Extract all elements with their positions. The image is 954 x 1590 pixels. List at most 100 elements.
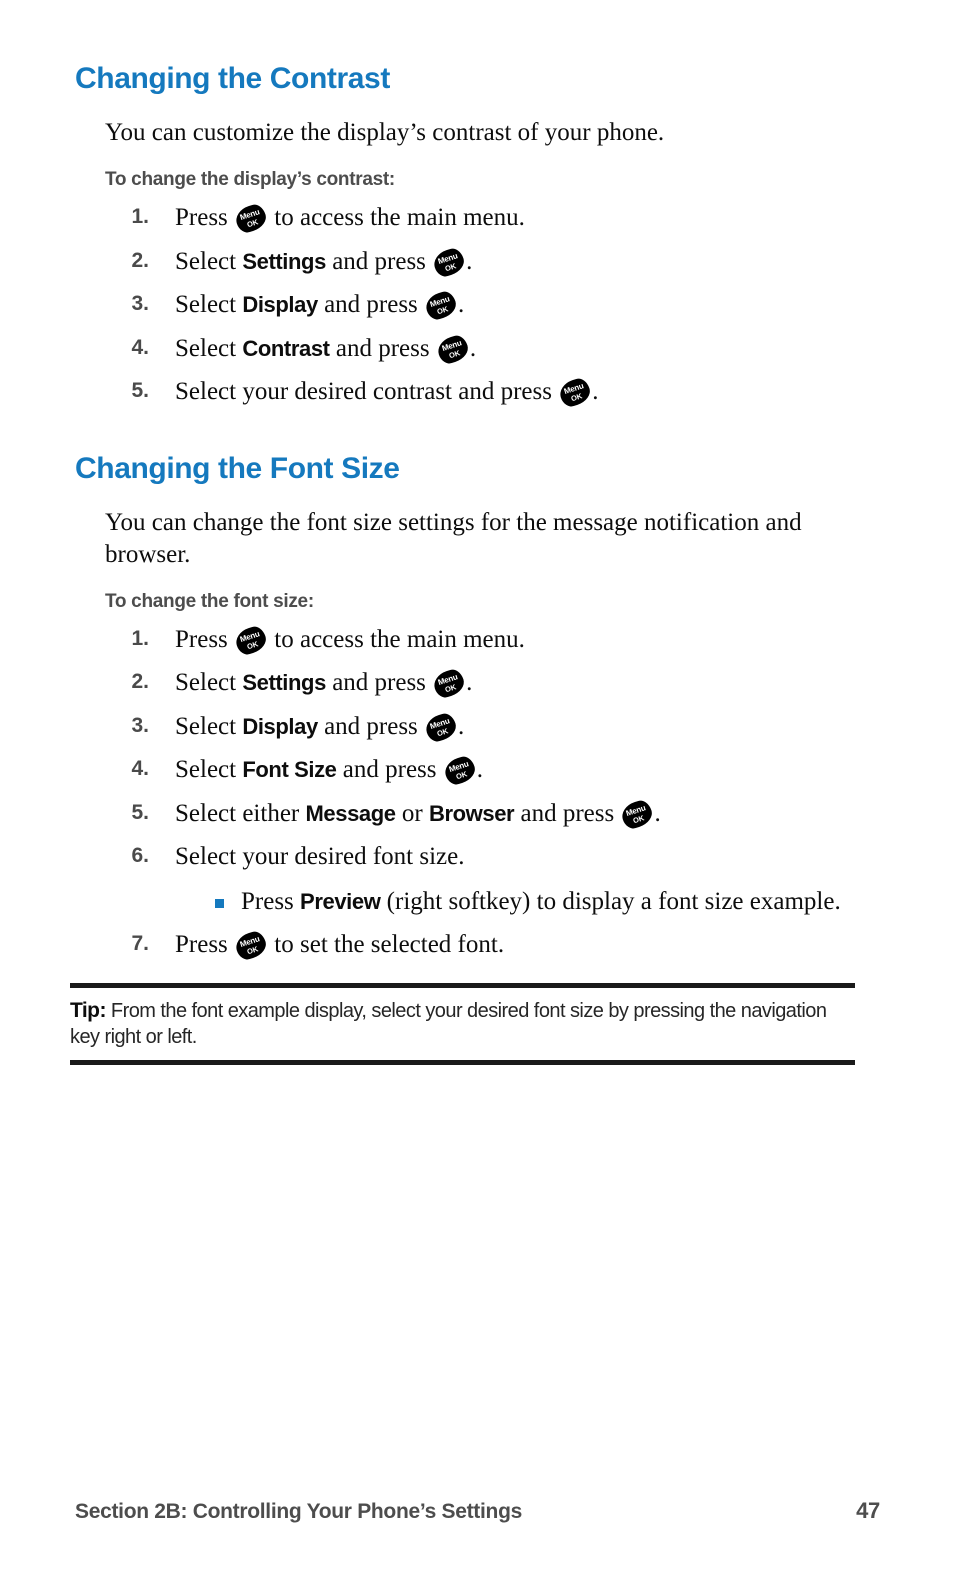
- step-text: and press: [317, 712, 425, 740]
- step-text: Select either: [175, 799, 306, 827]
- step-item: 2. Select Settings and press Menu OK.: [105, 666, 875, 701]
- section-intro-paragraph: You can change the font size settings fo…: [105, 508, 802, 568]
- step-item: 5. Select your desired contrast and press…: [105, 375, 875, 410]
- section-heading-font-size: Changing the Font Size: [75, 451, 400, 485]
- page-content: Changing the Contrast You can customize …: [70, 62, 875, 1065]
- menu-ok-key-icon: Menu OK: [434, 332, 471, 366]
- step-item: 4. Select Font Size and press Menu OK.: [105, 753, 875, 788]
- menu-ok-key-icon: Menu OK: [431, 666, 468, 701]
- step-item: 4. Select Contrast and press Menu OK.: [105, 332, 875, 366]
- menu-ok-key-body: [422, 288, 460, 323]
- step-text: .: [458, 712, 465, 740]
- menu-ok-key-body: [422, 710, 460, 744]
- step-text: and press: [325, 669, 433, 696]
- step-text: Press: [241, 887, 301, 915]
- step-number: 1.: [131, 205, 149, 228]
- step-text: Select: [175, 247, 243, 275]
- step-text: .: [654, 799, 661, 827]
- step-body: Press Menu OK to set the selected font.: [175, 928, 505, 963]
- sub-bullet-item: Press Preview (right softkey) to display…: [215, 887, 875, 918]
- menu-ok-key-icon: Menu OK: [441, 753, 478, 788]
- step-text: Select: [175, 712, 243, 740]
- step-text: Press: [175, 204, 235, 231]
- step-body: Select Font Size and press Menu OK.: [175, 753, 483, 788]
- menu-ok-key-body: [441, 753, 478, 788]
- step-item: 5. Select either Message or Browser and p…: [105, 797, 875, 831]
- step-text: Select your desired contrast and press: [175, 378, 559, 405]
- step-text: Press: [175, 625, 235, 653]
- step-item: 1. Press Menu OK to access the main menu.: [105, 623, 875, 657]
- menu-ok-key-body: [619, 797, 656, 831]
- menu-ok-key-body: [232, 928, 270, 963]
- step-text: Select your desired font size.: [175, 843, 465, 870]
- step-text: Select: [175, 669, 243, 696]
- menu-ok-key-icon: Menu OK: [431, 245, 468, 279]
- step-text: or: [395, 799, 429, 827]
- footer-page-number: 47: [856, 1498, 880, 1523]
- step-body: Press Menu OK to access the main menu.: [175, 201, 525, 236]
- step-number: 2.: [131, 670, 149, 693]
- tip-label: Tip:: [70, 998, 106, 1022]
- step-body: Select your desired font size.: [175, 843, 465, 870]
- step-number: 2.: [131, 248, 149, 272]
- menu-ok-key-icon: Menu OK: [619, 797, 656, 831]
- menu-ok-key-body: [557, 375, 594, 410]
- step-text: and press: [336, 756, 443, 783]
- step-item: 3. Select Display and press Menu OK.: [105, 288, 875, 323]
- ui-term: Browser: [428, 800, 515, 826]
- step-item: 2. Select Settings and press Menu OK.: [105, 245, 875, 279]
- square-bullet-icon: [215, 898, 224, 908]
- step-body: Select Settings and press Menu OK.: [175, 245, 473, 279]
- step-item: 1. Press Menu OK to access the main menu.: [105, 201, 875, 236]
- step-text: and press: [329, 334, 436, 362]
- sub-bullet-text: Press Preview (right softkey) to display…: [241, 888, 841, 915]
- ui-term: Settings: [242, 670, 326, 695]
- step-number: 7.: [131, 932, 149, 955]
- section-lead-in: To change the display’s contrast:: [105, 169, 395, 190]
- step-text: .: [466, 247, 473, 275]
- step-number: 4.: [131, 757, 149, 780]
- step-number: 3.: [131, 713, 149, 737]
- ui-term: Message: [305, 800, 397, 826]
- tip-callout: Tip: From the font example display, sele…: [70, 982, 855, 1065]
- step-text: and press: [325, 247, 433, 275]
- step-text: .: [466, 669, 473, 696]
- step-body: Select Display and press Menu OK.: [175, 288, 464, 323]
- menu-ok-key-icon: Menu OK: [232, 623, 270, 657]
- step-body: Select your desired contrast and press M…: [175, 375, 599, 410]
- footer-section-label: Section 2B: Controlling Your Phone’s Set…: [75, 1500, 522, 1523]
- step-item: 3. Select Display and press Menu OK.: [105, 710, 875, 744]
- menu-ok-key-body: [434, 332, 471, 366]
- step-body: Select Contrast and press Menu OK.: [175, 332, 476, 366]
- step-number: 3.: [131, 292, 149, 315]
- step-number: 6.: [131, 844, 149, 867]
- section-lead-in: To change the font size:: [105, 590, 314, 612]
- menu-ok-key-body: [232, 623, 270, 657]
- step-text: .: [592, 378, 599, 405]
- ui-term: Font Size: [242, 757, 337, 782]
- step-text: and press: [514, 799, 621, 827]
- step-number: 5.: [131, 800, 149, 824]
- menu-ok-key-icon: Menu OK: [557, 375, 594, 410]
- step-item: 6. Select your desired font size. Press Pr…: [105, 842, 875, 917]
- menu-ok-key-body: [232, 201, 270, 236]
- step-text: Select: [175, 291, 243, 318]
- document-page: Changing the Contrast You can customize …: [0, 0, 954, 1590]
- menu-ok-key-icon: Menu OK: [422, 710, 460, 744]
- step-body: Select either Message or Browser and pre…: [175, 797, 661, 831]
- ui-term: Display: [242, 713, 318, 739]
- ui-term: Settings: [242, 248, 326, 274]
- page-title: Changing the Contrast: [75, 62, 390, 95]
- step-text: to access the main menu.: [268, 204, 525, 231]
- menu-ok-key-icon: Menu OK: [232, 928, 270, 963]
- page-footer: Section 2B: Controlling Your Phone’s Set…: [75, 1498, 880, 1524]
- step-number: 1.: [131, 626, 149, 650]
- menu-ok-key-icon: Menu OK: [232, 201, 270, 236]
- step-number: 5.: [131, 379, 149, 402]
- step-number: 4.: [131, 335, 149, 359]
- step-item: 7. Press Menu OK to set the selected font.: [105, 928, 875, 963]
- steps-list-font-size: 1. Press Menu OK to access the main menu. 2…: [75, 623, 875, 963]
- step-text: to set the selected font.: [268, 931, 505, 958]
- menu-ok-key-body: [431, 245, 468, 279]
- step-text: (right softkey) to display a font size e…: [380, 887, 841, 915]
